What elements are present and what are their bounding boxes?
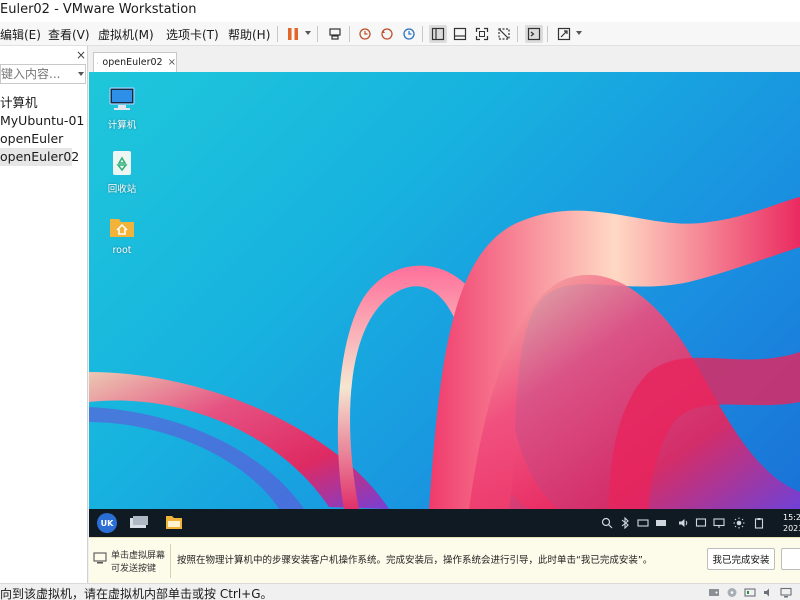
display-icon[interactable]: [713, 517, 725, 529]
toolbar-separator: [277, 26, 278, 42]
network-adapter-icon[interactable]: [744, 587, 756, 598]
notification-icon[interactable]: [695, 517, 707, 529]
cd-drive-icon[interactable]: [726, 587, 738, 598]
full-screen-icon[interactable]: [473, 25, 491, 43]
computer-icon: [109, 87, 135, 110]
desktop-icon-computer[interactable]: 计算机: [97, 86, 147, 131]
menu-help[interactable]: 帮助(H): [228, 26, 270, 43]
desktop-icon-recycle-bin[interactable]: 回收站: [97, 150, 147, 195]
tab-openeuler02[interactable]: openEuler02 ×: [93, 52, 177, 72]
desktop-icon-label: root: [112, 245, 132, 256]
snapshot-manager-icon[interactable]: [400, 25, 418, 43]
sound-card-icon[interactable]: [762, 587, 774, 598]
library-panel: × 计算机 MyUbuntu-01 openEuler openEuler02: [0, 46, 88, 583]
send-ctrl-alt-del-icon[interactable]: [326, 25, 344, 43]
hint-click-line2: 可发送按键: [111, 564, 157, 574]
desktop-icon-label: 计算机: [107, 120, 137, 131]
clock-date: 2023: [783, 524, 800, 533]
tab-strip: openEuler02 ×: [89, 50, 800, 72]
vm-display[interactable]: 计算机 回收站 root UK 15:2 2023: [89, 72, 800, 537]
hint-message: 按照在物理计算机中的步骤安装客户机操作系统。完成安装后，操作系统会进行引导，此时…: [177, 555, 653, 566]
pause-icon[interactable]: [284, 25, 302, 43]
display-device-icon[interactable]: [780, 587, 792, 598]
menu-tabs[interactable]: 选项卡(T): [166, 26, 219, 43]
desktop-wallpaper: [89, 197, 800, 509]
search-dropdown-icon[interactable]: [78, 72, 84, 76]
start-menu-button[interactable]: UK: [97, 513, 117, 533]
toolbar-separator: [547, 26, 548, 42]
install-hint-bar: 单击虚拟屏幕 可发送按键 按照在物理计算机中的步骤安装客户机操作系统。完成安装后…: [89, 537, 800, 583]
thumbnail-bar-icon[interactable]: [451, 25, 469, 43]
title-bar: Euler02 - VMware Workstation: [0, 0, 800, 22]
menu-edit[interactable]: 编辑(E): [0, 26, 41, 43]
status-bar: 向到该虚拟机，请在虚拟机内部单击或按 Ctrl+G。: [0, 583, 800, 600]
status-message: 向到该虚拟机，请在虚拟机内部单击或按 Ctrl+G。: [0, 587, 273, 600]
tab-close-icon[interactable]: ×: [168, 57, 176, 68]
library-close-icon[interactable]: ×: [76, 48, 86, 62]
search-icon[interactable]: [601, 517, 613, 529]
finished-install-button[interactable]: 我已完成安装: [707, 548, 775, 570]
library-item-computer[interactable]: 计算机: [0, 94, 86, 112]
console-view-icon[interactable]: [525, 25, 543, 43]
clock-time: 15:2: [783, 513, 800, 522]
vm-tab-icon: [97, 61, 99, 64]
show-library-icon[interactable]: [429, 25, 447, 43]
hard-disk-icon[interactable]: [708, 587, 720, 598]
network-icon[interactable]: [637, 517, 649, 529]
show-desktop-icon[interactable]: [129, 515, 149, 529]
desktop-icon-label: 回收站: [107, 184, 137, 195]
revert-snapshot-icon[interactable]: [378, 25, 396, 43]
clipboard-icon[interactable]: [753, 517, 765, 529]
guest-taskbar: UK 15:2 2023: [89, 509, 800, 537]
clock[interactable]: 15:2 2023: [783, 512, 800, 534]
toolbar-separator: [349, 26, 350, 42]
brightness-icon[interactable]: [733, 517, 745, 529]
toolbar-separator: [422, 26, 423, 42]
start-menu-label: UK: [100, 518, 114, 528]
menu-bar: 编辑(E) 查看(V) 虚拟机(M) 选项卡(T) 帮助(H): [0, 22, 800, 46]
volume-icon[interactable]: [677, 517, 689, 529]
menu-view[interactable]: 查看(V): [48, 26, 90, 43]
library-item-openeuler02[interactable]: openEuler02: [0, 148, 79, 166]
home-folder-icon: [110, 219, 134, 237]
library-search-input[interactable]: [0, 64, 86, 84]
menu-vm[interactable]: 虚拟机(M): [98, 26, 154, 43]
hint-divider: [170, 544, 171, 578]
recycle-bin-icon: [113, 151, 131, 175]
hint-click-line1: 单击虚拟屏幕: [111, 551, 166, 561]
tab-label: openEuler02: [102, 57, 163, 68]
snapshot-icon[interactable]: [356, 25, 374, 43]
toolbar-separator: [317, 26, 318, 42]
file-manager-icon[interactable]: [165, 514, 183, 530]
library-item-openeuler[interactable]: openEuler: [0, 130, 86, 148]
toolbar-separator: [517, 26, 518, 42]
window-title: Euler02 - VMware Workstation: [0, 2, 197, 17]
stretch-icon[interactable]: [555, 25, 573, 43]
bluetooth-icon[interactable]: [619, 517, 631, 529]
hint-help-button[interactable]: [781, 548, 800, 570]
desktop-icon-root[interactable]: root: [97, 214, 147, 256]
pause-dropdown-icon[interactable]: [305, 31, 311, 35]
stretch-dropdown-icon[interactable]: [576, 31, 582, 35]
click-screen-icon: [93, 552, 107, 564]
keyboard-icon[interactable]: [655, 517, 667, 529]
library-item-myubuntu[interactable]: MyUbuntu-01: [0, 112, 86, 130]
unity-icon[interactable]: [495, 25, 513, 43]
